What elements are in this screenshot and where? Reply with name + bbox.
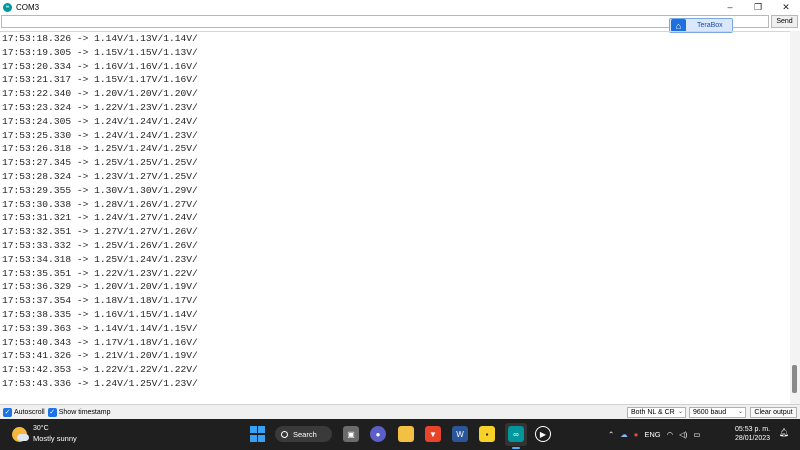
clock-time: 05:53 p. m. [735, 426, 771, 433]
sun-cloud-icon [12, 426, 29, 442]
serial-line: 17:53:34.318 -> 1.25V/1.24V/1.23V/ [2, 253, 198, 265]
maximize-button[interactable]: ❐ [744, 0, 772, 14]
serial-line: 17:53:38.335 -> 1.16V/1.15V/1.14V/ [2, 308, 198, 320]
line-ending-value: Both NL & CR [631, 409, 675, 416]
serial-line: 17:53:35.351 -> 1.22V/1.23V/1.22V/ [2, 267, 198, 279]
serial-line: 17:53:36.329 -> 1.20V/1.20V/1.19V/ [2, 281, 198, 293]
file-explorer-icon[interactable] [398, 426, 414, 442]
minimize-button[interactable]: – [716, 0, 744, 14]
line-ending-select[interactable]: Both NL & CR ⌄ [627, 407, 686, 418]
bottom-bar: ✓ Autoscroll ✓ Show timestamp Both NL & … [0, 404, 800, 419]
send-button[interactable]: Send [771, 15, 798, 28]
chevron-down-icon: ⌄ [737, 409, 743, 415]
serial-line: 17:53:24.305 -> 1.24V/1.24V/1.24V/ [2, 115, 198, 127]
autoscroll-label: Autoscroll [14, 408, 45, 416]
serial-line: 17:53:21.317 -> 1.15V/1.17V/1.16V/ [2, 74, 198, 86]
terabox-label: TeraBox [697, 22, 723, 29]
serial-line: 17:53:39.363 -> 1.14V/1.14V/1.15V/ [2, 322, 198, 334]
task-view-icon[interactable]: ▣ [343, 426, 359, 442]
taskbar: 30°C Mostly sunny Search ▣ ● ▼ W ▪ ∞ ▶ ⌃… [0, 419, 800, 450]
scroll-thumb[interactable] [792, 365, 797, 393]
taskbar-search[interactable]: Search [275, 426, 332, 442]
baud-rate-value: 9600 baud [693, 409, 727, 416]
serial-line: 17:53:42.353 -> 1.22V/1.22V/1.22V/ [2, 364, 198, 376]
cloud-icon[interactable]: ☁ [620, 430, 628, 439]
window-controls: – ❐ ✕ [716, 0, 800, 14]
media-player-icon[interactable]: ▶ [535, 426, 551, 442]
arduino-ide-icon[interactable]: ∞ [508, 426, 524, 442]
security-icon[interactable]: ● [634, 430, 639, 439]
serial-line: 17:53:22.340 -> 1.20V/1.20V/1.20V/ [2, 88, 198, 100]
weather-temp: 30°C [33, 425, 49, 432]
serial-line: 17:53:18.326 -> 1.14V/1.13V/1.14V/ [2, 33, 198, 44]
serial-line: 17:53:33.332 -> 1.25V/1.26V/1.26V/ [2, 239, 198, 251]
title-bar: ∞ COM3 – ❐ ✕ [0, 0, 800, 14]
wifi-icon[interactable]: ◠ [667, 430, 674, 439]
clear-output-button[interactable]: Clear output [750, 407, 797, 418]
serial-line: 17:53:41.326 -> 1.21V/1.20V/1.19V/ [2, 350, 198, 362]
serial-line: 17:53:32.351 -> 1.27V/1.27V/1.26V/ [2, 226, 198, 238]
autoscroll-checkbox[interactable]: ✓ Autoscroll [3, 407, 45, 417]
active-indicator [512, 447, 520, 449]
serial-line: 17:53:19.305 -> 1.15V/1.15V/1.13V/ [2, 46, 198, 58]
serial-output[interactable]: 17:53:18.326 -> 1.14V/1.13V/1.14V/17:53:… [0, 31, 790, 404]
serial-line: 17:53:30.338 -> 1.28V/1.26V/1.27V/ [2, 198, 198, 210]
serial-line: 17:53:40.343 -> 1.17V/1.18V/1.16V/ [2, 336, 198, 348]
serial-line: 17:53:28.324 -> 1.23V/1.27V/1.25V/ [2, 170, 198, 182]
chevron-up-icon[interactable]: ⌃ [608, 430, 614, 439]
window-title: COM3 [16, 2, 40, 12]
serial-line: 17:53:29.355 -> 1.30V/1.30V/1.29V/ [2, 184, 198, 196]
notification-bell-icon[interactable]: 🔔︎ [779, 428, 789, 438]
search-icon [281, 430, 288, 438]
sticky-notes-icon[interactable]: ▪ [479, 426, 495, 442]
battery-icon[interactable]: ▭ [693, 430, 700, 439]
search-label: Search [293, 429, 317, 439]
serial-line: 17:53:23.324 -> 1.22V/1.23V/1.23V/ [2, 101, 198, 113]
check-icon: ✓ [47, 407, 57, 417]
system-tray: ⌃ ☁ ● ENG ◠ ◁) ▭ [608, 426, 707, 442]
serial-line: 17:53:25.330 -> 1.24V/1.24V/1.23V/ [2, 129, 198, 141]
show-timestamp-checkbox[interactable]: ✓ Show timestamp [47, 407, 111, 417]
serial-line: 17:53:26.318 -> 1.25V/1.24V/1.25V/ [2, 143, 198, 155]
close-button[interactable]: ✕ [772, 0, 800, 14]
brave-browser-icon[interactable]: ▼ [425, 426, 441, 442]
teams-chat-icon[interactable]: ● [370, 426, 386, 442]
serial-line: 17:53:37.354 -> 1.18V/1.18V/1.17V/ [2, 295, 198, 307]
show-timestamp-label: Show timestamp [58, 408, 111, 416]
weather-desc: Mostly sunny [33, 434, 77, 443]
message-input[interactable] [1, 15, 769, 28]
windows-start-icon[interactable] [249, 426, 265, 442]
weather-widget[interactable]: 30°C Mostly sunny [12, 424, 77, 444]
check-icon: ✓ [3, 407, 12, 417]
serial-line: 17:53:43.336 -> 1.24V/1.25V/1.23V/ [2, 377, 198, 389]
taskbar-clock[interactable]: 05:53 p. m. 28/01/2023 [735, 425, 770, 443]
serial-line: 17:53:27.345 -> 1.25V/1.25V/1.25V/ [2, 157, 198, 169]
clock-date: 28/01/2023 [735, 435, 771, 442]
output-scrollbar[interactable] [790, 31, 800, 404]
volume-icon[interactable]: ◁) [679, 430, 687, 439]
chevron-down-icon: ⌄ [677, 409, 683, 415]
arduino-icon: ∞ [3, 2, 12, 12]
serial-line: 17:53:20.334 -> 1.16V/1.16V/1.16V/ [2, 60, 198, 72]
baud-rate-select[interactable]: 9600 baud ⌄ [689, 407, 746, 418]
language-indicator[interactable]: ENG [644, 430, 660, 439]
word-icon[interactable]: W [452, 426, 468, 442]
serial-line: 17:53:31.321 -> 1.24V/1.27V/1.24V/ [2, 212, 198, 224]
